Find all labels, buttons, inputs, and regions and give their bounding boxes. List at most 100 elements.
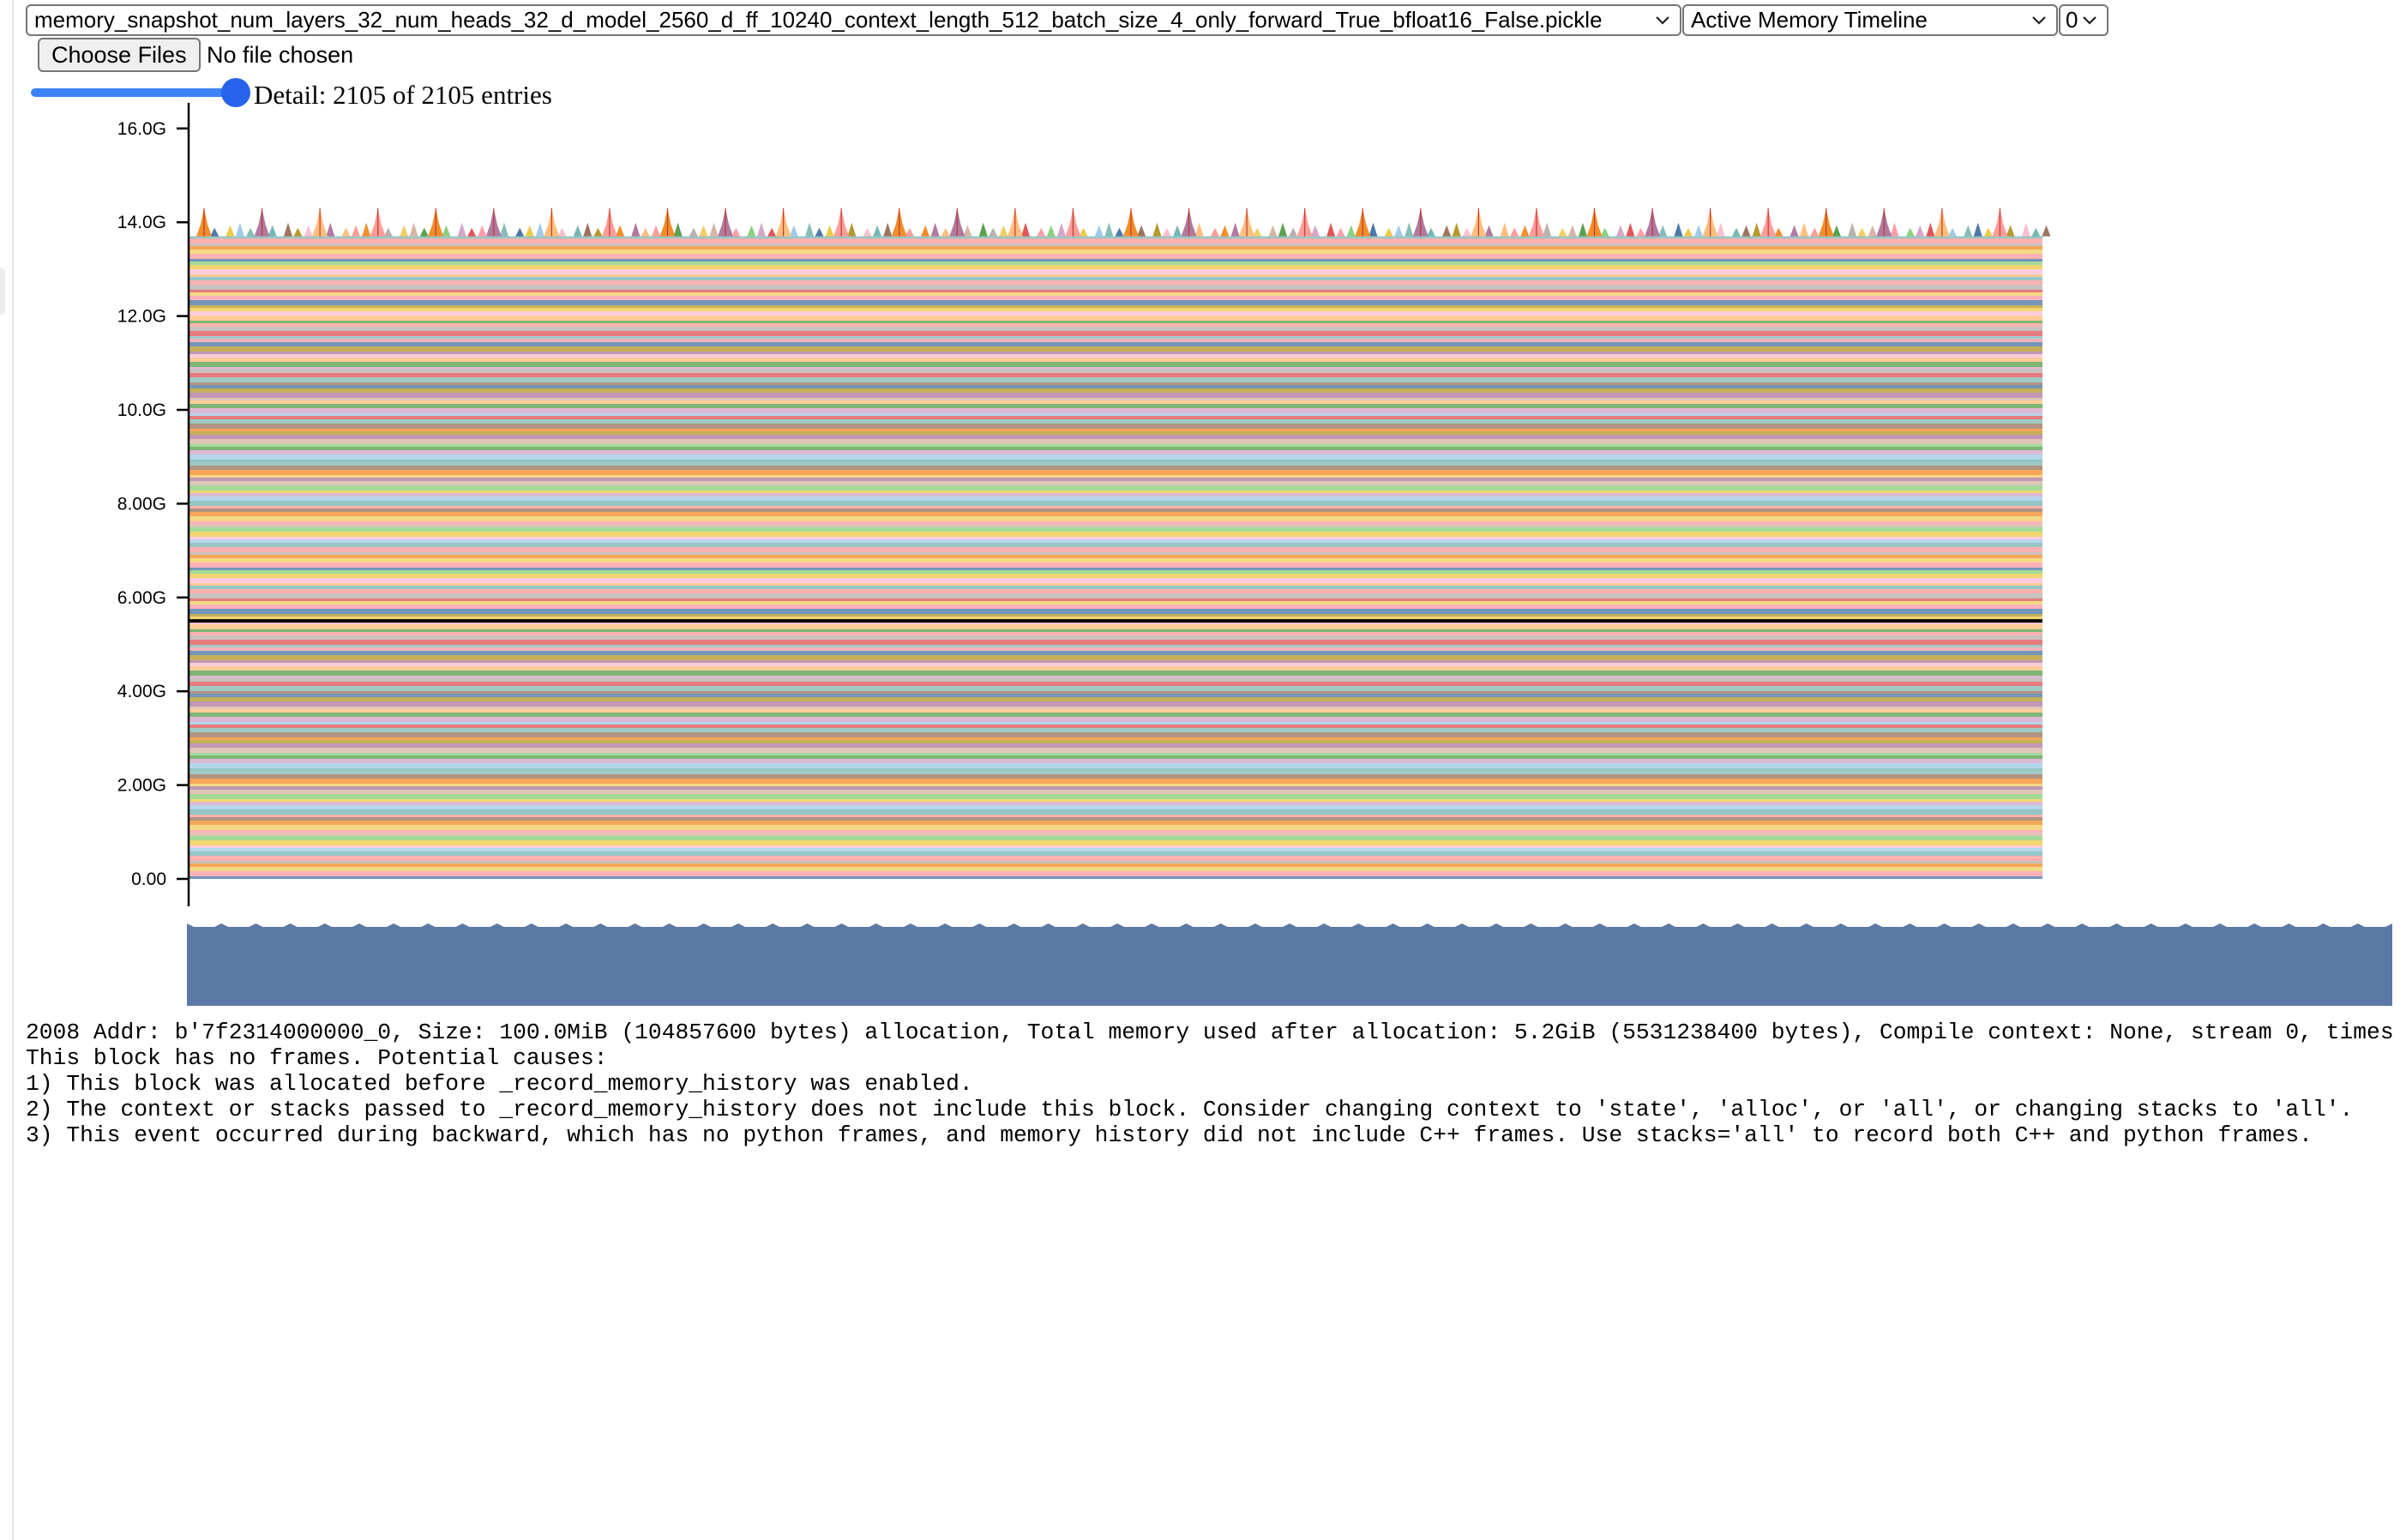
allocation-spike-small[interactable] <box>1520 225 1530 237</box>
allocation-spike-small[interactable] <box>1056 222 1066 237</box>
allocation-spike-small[interactable] <box>1079 227 1088 237</box>
allocation-spike-small[interactable] <box>847 222 857 237</box>
allocation-spike-small[interactable] <box>1694 225 1704 237</box>
allocation-spike-small[interactable] <box>963 225 972 237</box>
allocation-spike-small[interactable] <box>1426 227 1435 237</box>
allocation-spike-small[interactable] <box>825 225 834 237</box>
allocation-spike-small[interactable] <box>1558 227 1567 237</box>
allocation-spike-small[interactable] <box>525 225 534 237</box>
allocation-spike-small[interactable] <box>1346 225 1356 237</box>
allocation-spike-small[interactable] <box>651 225 660 237</box>
allocation-spike-small[interactable] <box>1600 227 1609 237</box>
allocation-spike-small[interactable] <box>1800 222 1809 237</box>
allocation-spike-small[interactable] <box>1405 222 1414 237</box>
allocation-spike-small[interactable] <box>1948 227 1958 237</box>
allocation-spike-small[interactable] <box>1115 227 1124 237</box>
allocation-spike-small[interactable] <box>883 222 893 237</box>
allocation-spike-small[interactable] <box>616 225 625 237</box>
allocation-spike-small[interactable] <box>1137 225 1146 237</box>
allocation-spike-small[interactable] <box>442 225 451 237</box>
allocation-spike-small[interactable] <box>921 225 930 237</box>
allocation-spike-small[interactable] <box>1194 222 1204 237</box>
allocation-spike-small[interactable] <box>731 227 741 237</box>
allocation-spike-small[interactable] <box>1543 222 1552 237</box>
allocation-spike-small[interactable] <box>593 227 603 237</box>
allocation-spike-small[interactable] <box>673 222 683 237</box>
allocation-spike-small[interactable] <box>1442 225 1452 237</box>
allocation-spike-small[interactable] <box>689 227 698 237</box>
allocation-spike-small[interactable] <box>1774 227 1783 237</box>
allocation-spike-small[interactable] <box>499 222 508 237</box>
allocation-spike-small[interactable] <box>1336 227 1345 237</box>
allocation-spike-small[interactable] <box>557 227 567 237</box>
allocation-spikes[interactable] <box>196 208 2051 237</box>
device-select[interactable]: 0 <box>2059 4 2108 36</box>
allocation-spike-small[interactable] <box>1658 225 1668 237</box>
allocation-spike-small[interactable] <box>2021 222 2030 237</box>
allocation-spike-small[interactable] <box>419 227 429 237</box>
allocation-spike-small[interactable] <box>699 225 708 237</box>
allocation-spike-small[interactable] <box>1848 222 1857 237</box>
allocation-spike-small[interactable] <box>756 222 766 237</box>
allocation-spike-small[interactable] <box>409 222 418 237</box>
allocation-spike-small[interactable] <box>1173 225 1182 237</box>
allocation-spike-small[interactable] <box>1037 227 1046 237</box>
allocation-spike-small[interactable] <box>1462 227 1471 237</box>
allocation-spike-small[interactable] <box>1683 227 1693 237</box>
allocation-spike-small[interactable] <box>1268 225 1278 237</box>
allocation-spike-small[interactable] <box>1916 225 1925 237</box>
allocation-spike-small[interactable] <box>709 222 719 237</box>
allocation-spike-small[interactable] <box>535 222 544 237</box>
allocation-spike-small[interactable] <box>1484 225 1494 237</box>
allocation-spike-small[interactable] <box>383 227 393 237</box>
allocation-spike-small[interactable] <box>873 225 882 237</box>
allocation-spike-small[interactable] <box>631 222 641 237</box>
allocation-spike-small[interactable] <box>1810 227 1820 237</box>
allocation-spike-small[interactable] <box>1310 225 1320 237</box>
allocation-spike-small[interactable] <box>1636 227 1645 237</box>
allocation-spike-small[interactable] <box>1394 225 1404 237</box>
allocation-spike-small[interactable] <box>1162 227 1171 237</box>
allocation-spike-small[interactable] <box>747 225 756 237</box>
allocation-spike-small[interactable] <box>641 227 650 237</box>
allocation-spike-small[interactable] <box>467 227 477 237</box>
allocation-spike-small[interactable] <box>362 222 371 237</box>
allocation-spike-small[interactable] <box>1983 227 1993 237</box>
allocation-spike-small[interactable] <box>1046 225 1056 237</box>
allocation-spike-small[interactable] <box>815 227 824 237</box>
allocation-spike-small[interactable] <box>863 227 872 237</box>
allocation-spike-small[interactable] <box>1868 225 1877 237</box>
allocation-spike-small[interactable] <box>573 225 582 237</box>
allocation-spike-small[interactable] <box>210 227 220 237</box>
allocation-spike-small[interactable] <box>999 225 1008 237</box>
allocation-spike-small[interactable] <box>1964 225 1973 237</box>
allocation-spike-small[interactable] <box>789 225 798 237</box>
allocation-spike-small[interactable] <box>1615 225 1625 237</box>
allocation-spike-small[interactable] <box>326 222 335 237</box>
allocation-spike-small[interactable] <box>1152 222 1162 237</box>
allocation-spike-small[interactable] <box>930 222 940 237</box>
snapshot-file-select[interactable]: memory_snapshot_num_layers_32_num_heads_… <box>26 4 1681 36</box>
allocation-spike-small[interactable] <box>246 227 256 237</box>
detail-slider-track[interactable] <box>31 88 238 97</box>
allocation-spike-small[interactable] <box>1716 222 1725 237</box>
choose-files-button[interactable]: Choose Files <box>38 38 201 72</box>
allocation-spike-small[interactable] <box>978 222 988 237</box>
allocation-spike-small[interactable] <box>293 227 303 237</box>
allocation-spike-small[interactable] <box>1890 222 1899 237</box>
allocation-spike-small[interactable] <box>283 222 292 237</box>
allocation-spike-small[interactable] <box>1857 227 1867 237</box>
allocation-spike-small[interactable] <box>1732 227 1741 237</box>
allocation-spike-small[interactable] <box>1384 227 1393 237</box>
allocation-spike-small[interactable] <box>1289 227 1298 237</box>
allocation-spike-small[interactable] <box>457 222 466 237</box>
allocation-spike-small[interactable] <box>2042 225 2051 237</box>
allocation-spike-small[interactable] <box>2031 227 2041 237</box>
allocation-spike-small[interactable] <box>1789 225 1799 237</box>
allocation-spike-small[interactable] <box>478 225 487 237</box>
allocation-spike-small[interactable] <box>1626 222 1635 237</box>
allocation-spike-small[interactable] <box>400 225 409 237</box>
allocation-spike-small[interactable] <box>1741 225 1751 237</box>
allocation-spike-small[interactable] <box>341 227 351 237</box>
allocation-spike-small[interactable] <box>1567 225 1577 237</box>
